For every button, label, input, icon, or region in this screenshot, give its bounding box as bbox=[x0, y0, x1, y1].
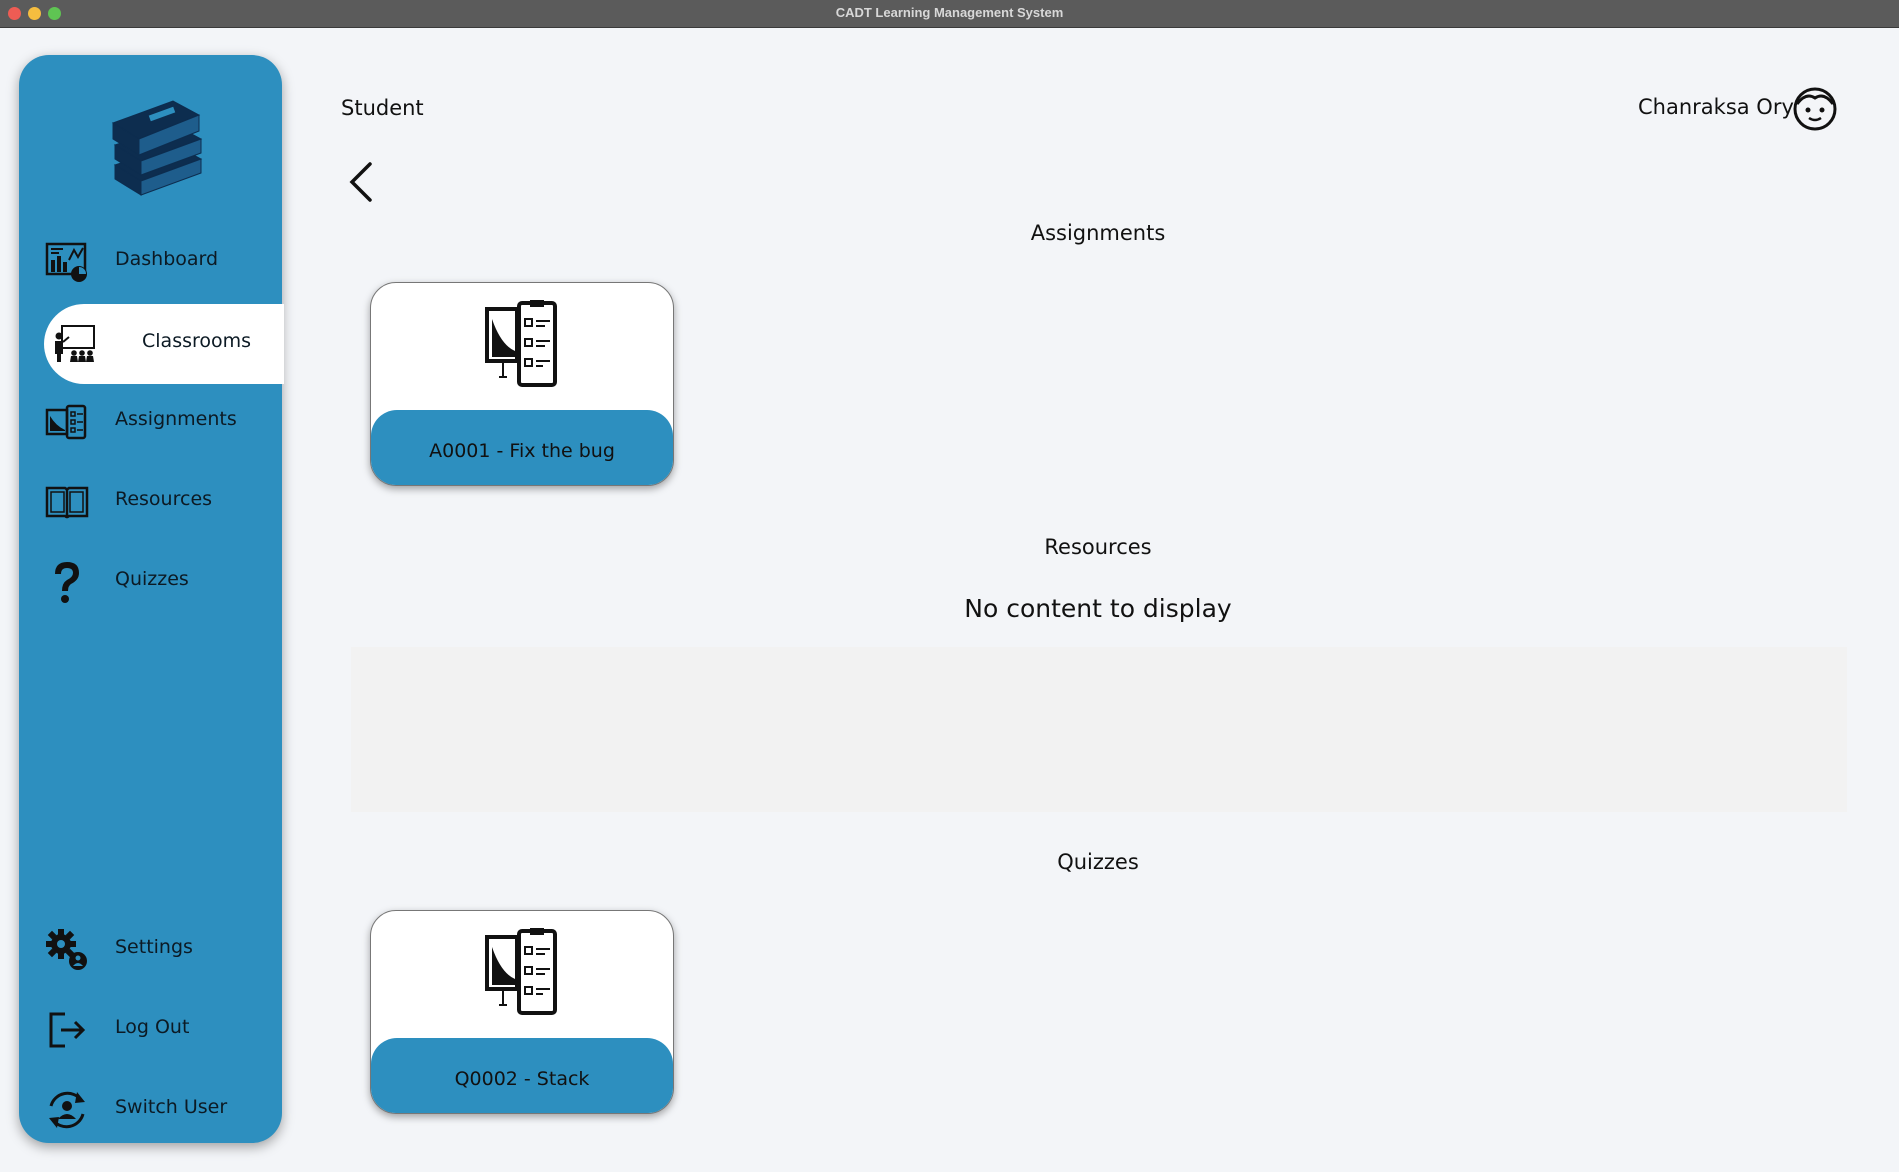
window-titlebar: CADT Learning Management System bbox=[0, 0, 1899, 28]
sidebar-item-classrooms[interactable]: Classrooms bbox=[44, 304, 284, 384]
username-label: Chanraksa Ory bbox=[1638, 95, 1794, 119]
resources-empty-message: No content to display bbox=[964, 594, 1232, 623]
sidebar-item-dashboard[interactable]: Dashboard bbox=[45, 222, 275, 302]
sidebar-item-quizzes[interactable]: Quizzes bbox=[45, 542, 275, 622]
quiz-card[interactable]: Q0002 - Stack bbox=[370, 910, 674, 1114]
sidebar-item-label: Resources bbox=[115, 488, 213, 510]
sidebar: Dashboard Classrooms Assignments Resourc… bbox=[19, 55, 284, 1143]
window-title: CADT Learning Management System bbox=[835, 5, 1064, 20]
face-avatar-icon[interactable] bbox=[1792, 86, 1838, 132]
user-role-label: Student bbox=[341, 96, 424, 120]
quizzes-section-title: Quizzes bbox=[1057, 850, 1139, 874]
switch-user-icon bbox=[49, 1091, 85, 1129]
sidebar-item-label: Settings bbox=[115, 936, 193, 958]
classroom-teacher-icon bbox=[55, 325, 95, 362]
logout-icon bbox=[49, 1012, 86, 1048]
sidebar-item-settings[interactable]: Settings bbox=[45, 910, 275, 990]
card-footer: Q0002 - Stack bbox=[371, 1038, 673, 1113]
sidebar-item-label: Quizzes bbox=[115, 568, 189, 590]
sidebar-item-resources[interactable]: Resources bbox=[45, 462, 275, 542]
card-label: Q0002 - Stack bbox=[454, 1068, 590, 1090]
assignments-section-title: Assignments bbox=[1030, 221, 1166, 245]
back-arrow-icon[interactable] bbox=[346, 160, 376, 204]
dashboard-chart-icon bbox=[45, 242, 87, 282]
question-mark-icon bbox=[55, 562, 79, 603]
assignment-card[interactable]: A0001 - Fix the bug bbox=[370, 282, 674, 486]
sidebar-item-label: Classrooms bbox=[142, 330, 252, 352]
card-label: A0001 - Fix the bug bbox=[429, 440, 615, 462]
books-stack-icon bbox=[111, 100, 203, 196]
assignment-clipboard-icon bbox=[45, 404, 87, 440]
sidebar-item-label: Switch User bbox=[115, 1096, 228, 1118]
sidebar-item-assignments[interactable]: Assignments bbox=[45, 382, 275, 462]
sidebar-item-label: Dashboard bbox=[115, 248, 219, 270]
open-book-icon bbox=[45, 486, 89, 519]
gears-icon bbox=[46, 929, 87, 970]
sidebar-item-logout[interactable]: Log Out bbox=[45, 990, 275, 1070]
assignment-clipboard-icon bbox=[485, 928, 557, 1015]
resources-section-title: Resources bbox=[1044, 535, 1152, 559]
sidebar-item-label: Assignments bbox=[115, 408, 237, 430]
sidebar-item-switch-user[interactable]: Switch User bbox=[45, 1070, 275, 1150]
resources-empty-area bbox=[351, 647, 1847, 812]
card-footer: A0001 - Fix the bug bbox=[371, 410, 673, 485]
sidebar-item-label: Log Out bbox=[115, 1016, 190, 1038]
assignment-clipboard-icon bbox=[485, 300, 557, 387]
